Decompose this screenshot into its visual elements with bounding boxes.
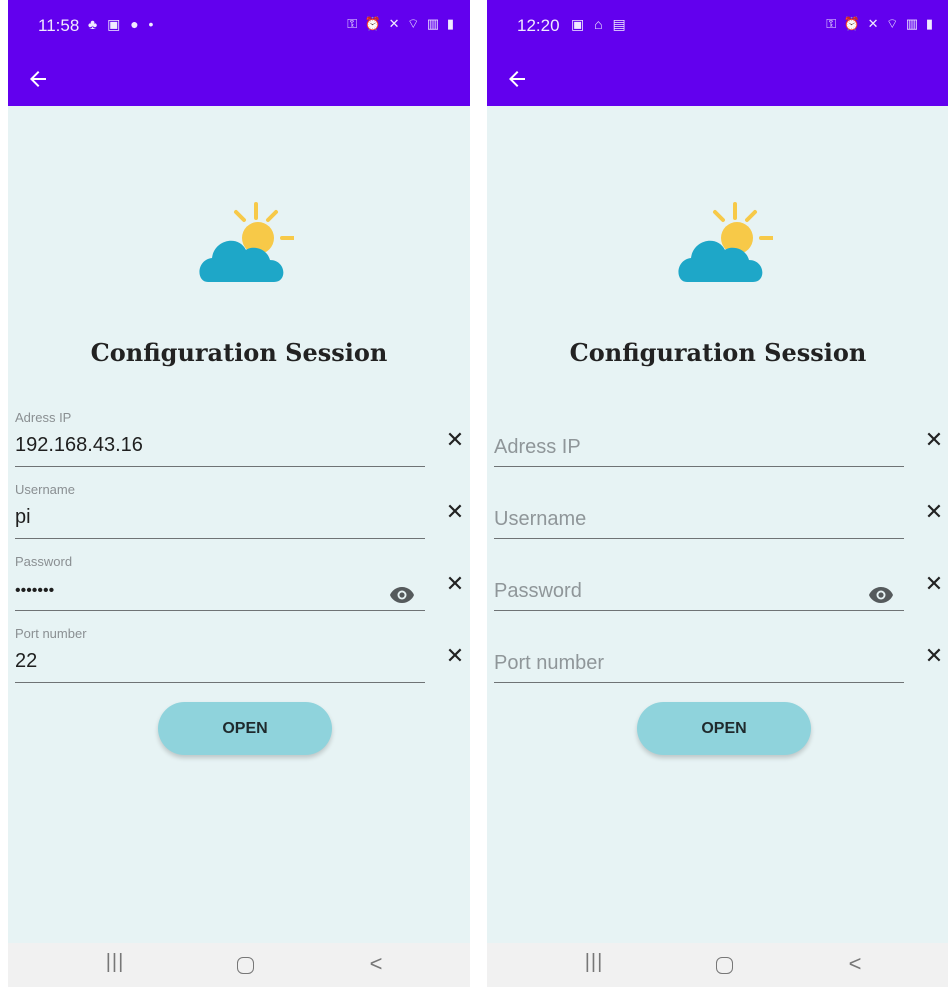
recents-icon[interactable]: |||	[574, 951, 614, 981]
field-underline	[494, 610, 904, 611]
status-time: 12:20	[517, 16, 560, 35]
cloud-sun-icon	[673, 200, 775, 290]
adress-ip-label: Adress IP	[15, 410, 72, 425]
port-number-field[interactable]: Port number 22	[15, 626, 425, 684]
open-button[interactable]: OPEN	[637, 702, 811, 755]
port-number-field[interactable]: Port number	[494, 626, 904, 684]
close-icon[interactable]: ✕	[445, 501, 465, 523]
username-placeholder[interactable]: Username	[494, 508, 586, 531]
field-underline	[15, 466, 425, 467]
phone-screen-filled: 11:58 ♣ ▣ ● • ⚿ ⏰ ✕ ⌔ ▥ ▮ Configuration …	[8, 0, 470, 987]
adress-ip-value[interactable]: 192.168.43.16	[15, 434, 143, 457]
arrow-left-icon[interactable]	[26, 62, 60, 96]
eye-icon[interactable]	[389, 586, 415, 604]
password-field[interactable]: Password •••••••	[15, 554, 425, 612]
port-number-placeholder[interactable]: Port number	[494, 652, 604, 675]
chevron-left-icon[interactable]: <	[356, 951, 396, 981]
field-underline	[494, 538, 904, 539]
status-bar: 12:20 ▣ ⌂ ▤ ⚿ ⏰ ✕ ⌔ ▥ ▮	[487, 0, 948, 52]
password-label: Password	[15, 554, 73, 569]
password-field[interactable]: Password	[494, 554, 904, 612]
app-bar	[487, 52, 948, 106]
field-underline	[15, 610, 425, 611]
field-underline	[15, 538, 425, 539]
close-icon[interactable]: ✕	[445, 573, 465, 595]
arrow-left-icon[interactable]	[505, 62, 539, 96]
open-button[interactable]: OPEN	[158, 702, 332, 755]
system-nav-bar: ||| <	[487, 943, 948, 987]
system-status-icons: ⚿ ⏰ ✕ ⌔ ▥ ▮	[826, 16, 935, 31]
cloud-sun-icon	[194, 200, 296, 290]
recents-icon[interactable]: |||	[95, 951, 135, 981]
phone-screen-empty: 12:20 ▣ ⌂ ▤ ⚿ ⏰ ✕ ⌔ ▥ ▮ Configuration Se…	[487, 0, 948, 987]
username-field[interactable]: Username	[494, 482, 904, 540]
home-icon[interactable]	[704, 951, 744, 981]
app-bar	[8, 52, 470, 106]
adress-ip-field[interactable]: Adress IP 192.168.43.16	[15, 410, 425, 468]
notification-icons: ▣ ⌂ ▤	[571, 16, 629, 32]
chevron-left-icon[interactable]: <	[835, 951, 875, 981]
eye-icon[interactable]	[868, 586, 894, 604]
close-icon[interactable]: ✕	[924, 645, 944, 667]
notification-icons: ♣ ▣ ● •	[88, 16, 157, 32]
system-nav-bar: ||| <	[8, 943, 470, 987]
field-underline	[15, 682, 425, 683]
close-icon[interactable]: ✕	[445, 429, 465, 451]
close-icon[interactable]: ✕	[924, 429, 944, 451]
port-number-value[interactable]: 22	[15, 650, 37, 673]
adress-ip-placeholder[interactable]: Adress IP	[494, 436, 581, 459]
field-underline	[494, 682, 904, 683]
field-underline	[494, 466, 904, 467]
close-icon[interactable]: ✕	[924, 573, 944, 595]
close-icon[interactable]: ✕	[445, 645, 465, 667]
password-value[interactable]: •••••••	[15, 582, 54, 600]
status-bar: 11:58 ♣ ▣ ● • ⚿ ⏰ ✕ ⌔ ▥ ▮	[8, 0, 470, 52]
page-title: Configuration Session	[569, 338, 867, 367]
username-label: Username	[15, 482, 75, 497]
port-number-label: Port number	[15, 626, 87, 641]
system-status-icons: ⚿ ⏰ ✕ ⌔ ▥ ▮	[347, 16, 456, 31]
close-icon[interactable]: ✕	[924, 501, 944, 523]
page-title: Configuration Session	[90, 338, 388, 367]
home-icon[interactable]	[225, 951, 265, 981]
password-placeholder[interactable]: Password	[494, 580, 582, 603]
username-value[interactable]: pi	[15, 506, 31, 529]
username-field[interactable]: Username pi	[15, 482, 425, 540]
adress-ip-field[interactable]: Adress IP	[494, 410, 904, 468]
status-time: 11:58	[38, 16, 80, 35]
